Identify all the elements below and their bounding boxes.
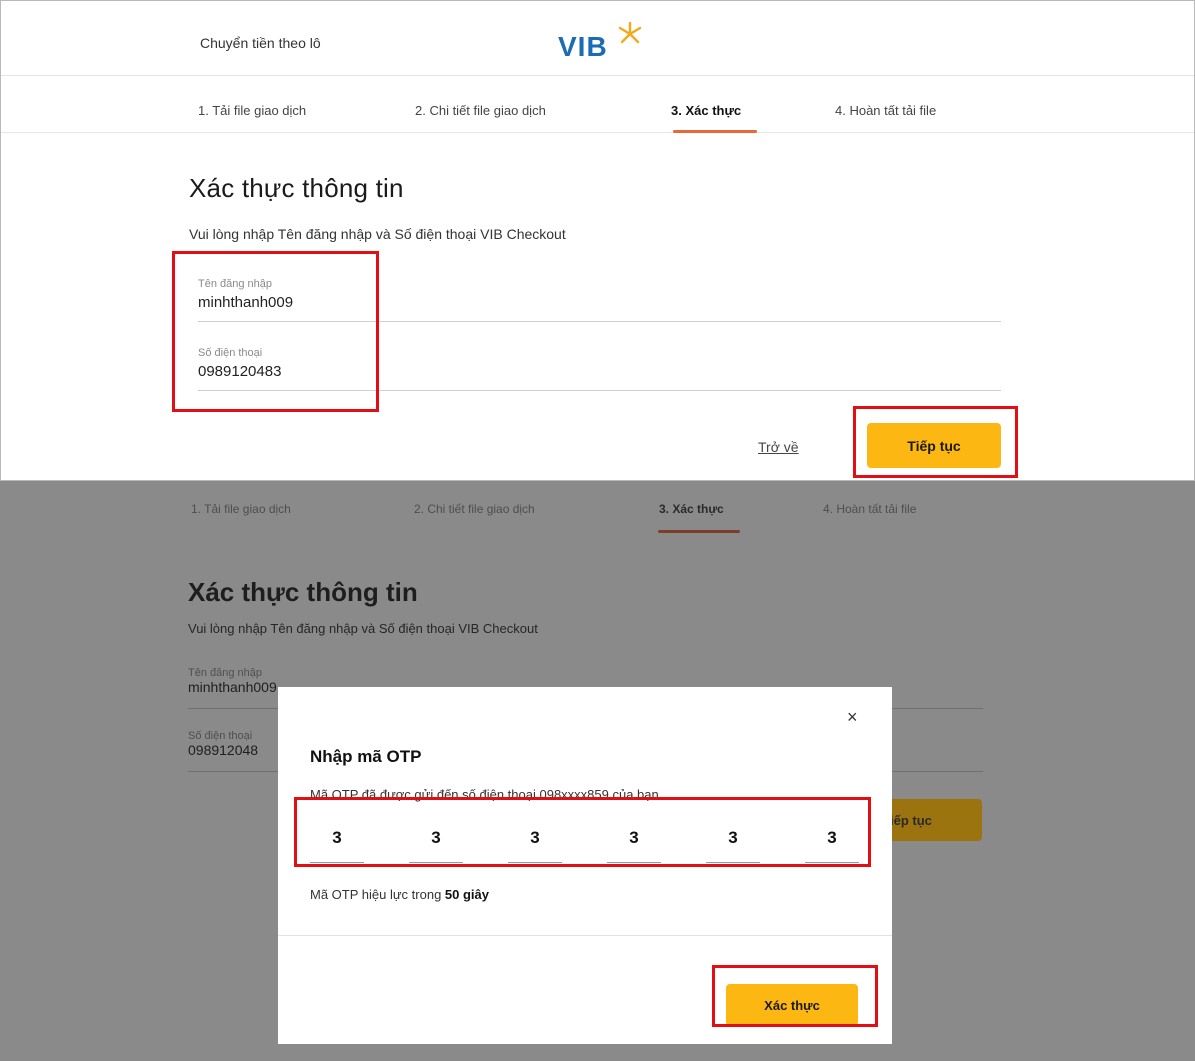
phone-value[interactable]: 0989120483 (198, 363, 281, 380)
dim-phone-label: Số điện thoại (188, 730, 253, 742)
logo-text: VIB (558, 31, 608, 62)
logo-star-icon (618, 21, 642, 44)
dim-username-value: minhthanh009 (188, 679, 277, 695)
dim-step-4: 4. Hoàn tất tải file (823, 502, 917, 516)
form-subtitle: Vui lòng nhập Tên đăng nhập và Số điện t… (189, 226, 566, 242)
otp-validity: Mã OTP hiệu lực trong 50 giây (310, 887, 489, 902)
phone-label: Số điện thoại (198, 347, 263, 359)
otp-validity-countdown: 50 giây (444, 887, 490, 902)
stepper: 1. Tải file giao dịch 2. Chi tiết file g… (1, 77, 1194, 133)
app-header: Chuyển tiền theo lô VIB (1, 1, 1194, 76)
phone-field[interactable]: Số điện thoại 0989120483 (198, 347, 1001, 391)
dim-step-1: 1. Tải file giao dịch (191, 502, 291, 516)
dim-phone-value: 098912048 (188, 742, 259, 758)
otp-digit-input[interactable]: 3 (508, 813, 562, 863)
otp-digit-input[interactable]: 3 (607, 813, 661, 863)
modal-divider (278, 935, 892, 936)
active-step-indicator (673, 130, 757, 133)
close-icon[interactable]: × (847, 707, 858, 728)
dim-form-subtitle: Vui lòng nhập Tên đăng nhập và Số điện t… (188, 621, 538, 636)
otp-validity-prefix: Mã OTP hiệu lực trong (310, 887, 445, 902)
dim-active-step-indicator (658, 530, 740, 533)
otp-modal-title: Nhập mã OTP (310, 747, 422, 766)
step-4: 4. Hoàn tất tải file (835, 103, 937, 118)
verification-page: Chuyển tiền theo lô VIB 1. Tải file giao… (0, 0, 1195, 481)
form-heading: Xác thực thông tin (189, 173, 404, 203)
username-value[interactable]: minhthanh009 (198, 294, 293, 311)
username-label: Tên đăng nhập (198, 278, 273, 290)
step-3-active: 3. Xác thực (671, 103, 742, 118)
otp-modal-description: Mã OTP đã được gửi đến số điện thoại 098… (310, 787, 659, 802)
username-field[interactable]: Tên đăng nhập minhthanh009 (198, 278, 1001, 322)
verify-button[interactable]: Xác thực (726, 984, 858, 1026)
otp-step-screen: 1. Tải file giao dịch 2. Chi tiết file g… (0, 481, 1195, 1061)
otp-digit-input[interactable]: 3 (706, 813, 760, 863)
step-2: 2. Chi tiết file giao dịch (415, 103, 546, 118)
dim-username-label: Tên đăng nhập (188, 667, 263, 679)
continue-button[interactable]: Tiếp tục (867, 423, 1001, 468)
otp-digit-input[interactable]: 3 (409, 813, 463, 863)
dim-continue-label: iếp tục (890, 812, 932, 828)
back-link[interactable]: Trở về (758, 439, 799, 455)
otp-digit-input[interactable]: 3 (310, 813, 364, 863)
dim-form-heading: Xác thực thông tin (188, 577, 418, 607)
otp-digit-input[interactable]: 3 (805, 813, 859, 863)
dim-step-3-active: 3. Xác thực (659, 502, 724, 516)
page-title: Chuyển tiền theo lô (200, 35, 321, 51)
dim-step-2: 2. Chi tiết file giao dịch (414, 502, 535, 516)
otp-modal: × Nhập mã OTP Mã OTP đã được gửi đến số … (278, 687, 892, 1044)
step-1: 1. Tải file giao dịch (198, 103, 307, 118)
